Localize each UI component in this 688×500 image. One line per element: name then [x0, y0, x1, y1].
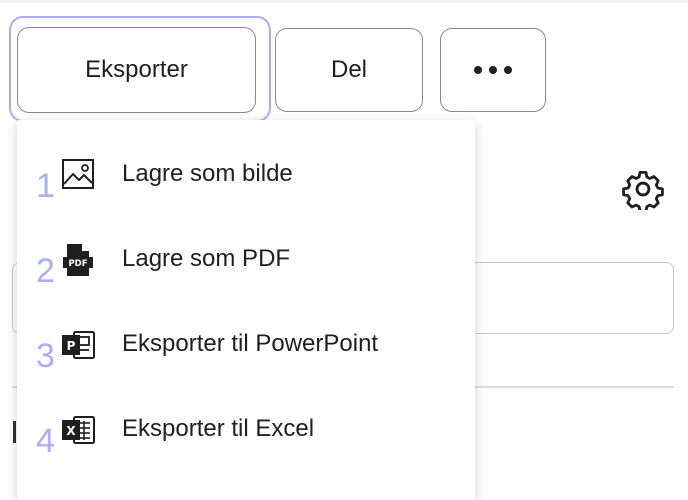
- menu-item-label: Lagre som bilde: [122, 160, 293, 187]
- menu-item-export-to-excel[interactable]: 4 X Eksporter til Excel: [17, 390, 475, 470]
- menu-item-number: 2: [36, 252, 55, 290]
- menu-item-save-as-image[interactable]: 1 Lagre som bilde: [17, 135, 475, 215]
- more-horizontal-icon: [474, 66, 512, 74]
- share-button-label: Del: [330, 56, 367, 83]
- export-dropdown-menu: 1 Lagre som bilde 2 PDF Lagre som PDF 3 …: [17, 120, 475, 500]
- menu-item-number: 3: [36, 337, 55, 375]
- svg-text:P: P: [67, 339, 76, 353]
- more-options-button[interactable]: [440, 28, 546, 112]
- background-text-stub: [13, 421, 16, 443]
- share-button[interactable]: Del: [275, 28, 423, 112]
- svg-text:PDF: PDF: [68, 259, 87, 269]
- menu-item-label: Eksporter til PowerPoint: [122, 330, 379, 357]
- export-button-label: Eksporter: [85, 56, 188, 83]
- gear-icon[interactable]: [622, 168, 664, 210]
- menu-item-save-as-pdf[interactable]: 2 PDF Lagre som PDF: [17, 220, 475, 300]
- image-icon: [62, 159, 94, 189]
- menu-item-label: Lagre som PDF: [122, 245, 291, 272]
- menu-item-label: Eksporter til Excel: [122, 415, 315, 442]
- excel-icon: X: [62, 416, 95, 444]
- top-divider: [0, 0, 688, 3]
- powerpoint-icon: P: [62, 331, 95, 359]
- svg-text:X: X: [66, 424, 76, 438]
- pdf-file-icon: PDF: [63, 244, 93, 276]
- export-button[interactable]: Eksporter: [17, 27, 256, 113]
- menu-item-export-to-powerpoint[interactable]: 3 P Eksporter til PowerPoint: [17, 305, 475, 385]
- menu-item-number: 1: [36, 167, 55, 205]
- menu-item-number: 4: [36, 422, 55, 460]
